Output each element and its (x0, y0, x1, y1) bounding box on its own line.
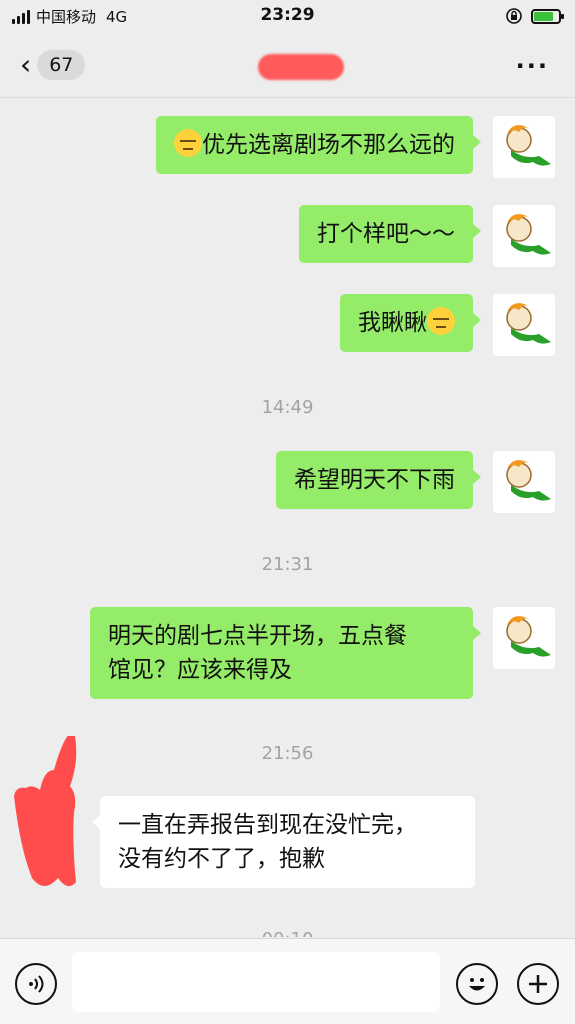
facepalm-face-icon (427, 307, 455, 335)
timestamp-partial: 00:10 (0, 929, 575, 937)
chevron-left-icon: ‹ (20, 48, 32, 81)
received-message-bubble[interactable]: 一直在弄报告到现在没忙完， 没有约不了了，抱歉 (92, 796, 475, 888)
message-input[interactable] (72, 952, 440, 1012)
timestamp: 14:49 (261, 397, 314, 418)
message-text-line: 一直在弄报告到现在没忙完， (118, 812, 417, 838)
timestamp: 21:56 (261, 743, 314, 764)
sent-message-bubble[interactable]: 打个样吧～～ (299, 205, 481, 263)
battery-icon (531, 8, 564, 24)
my-avatar[interactable] (493, 607, 555, 669)
unread-count-badge: 67 (37, 50, 86, 80)
status-bar: 中国移动 4G 23:29 (0, 0, 575, 32)
emoji-icon (469, 978, 485, 991)
message-text: 优先选离剧场不那么远的 (202, 132, 455, 158)
status-right (505, 7, 564, 25)
cartoon-avatar-icon (506, 214, 551, 255)
plus-icon (529, 975, 547, 993)
message-text: 希望明天不下雨 (294, 467, 455, 493)
timestamp: 21:31 (261, 554, 314, 575)
orientation-lock-icon (506, 8, 522, 24)
message-text-line: 没有约不了了，抱歉 (118, 846, 325, 872)
cartoon-avatar-icon (506, 125, 551, 166)
my-avatar[interactable] (493, 294, 555, 356)
sent-message-bubble[interactable]: 优先选离剧场不那么远的 (156, 116, 481, 174)
sent-message-bubble[interactable]: 希望明天不下雨 (276, 451, 481, 509)
sent-message-bubble[interactable]: 明天的剧七点半开场，五点餐 馆见？应该来得及 (90, 607, 481, 699)
contact-avatar-redacted[interactable] (10, 736, 82, 896)
clock: 23:29 (260, 5, 315, 25)
sent-message-bubble[interactable]: 我瞅瞅 (340, 294, 481, 352)
unamused-face-icon (174, 129, 202, 157)
more-options-button[interactable]: ··· (516, 52, 549, 80)
emoji-button[interactable] (456, 963, 498, 1005)
chat-title-redacted (258, 54, 344, 80)
message-text-line: 馆见？应该来得及 (108, 657, 292, 683)
voice-button[interactable] (15, 963, 57, 1005)
my-avatar[interactable] (493, 451, 555, 513)
cartoon-avatar-icon (506, 460, 551, 501)
chat-header: ‹ 67 ··· (0, 32, 575, 98)
message-text: 打个样吧～～ (317, 221, 455, 247)
voice-icon (29, 975, 44, 993)
cartoon-avatar-icon (506, 616, 551, 657)
my-avatar[interactable] (493, 205, 555, 267)
message-text-line: 明天的剧七点半开场，五点餐 (108, 623, 407, 649)
plus-button[interactable] (517, 963, 559, 1005)
message-list[interactable]: 优先选离剧场不那么远的 打个样吧～～ 我瞅瞅 14:49 希望明天不下雨 21:… (0, 99, 575, 937)
input-bar (0, 938, 575, 1024)
message-text: 我瞅瞅 (358, 310, 427, 336)
back-button[interactable]: ‹ 67 (20, 48, 86, 81)
my-avatar[interactable] (493, 116, 555, 178)
cartoon-avatar-icon (506, 303, 551, 344)
